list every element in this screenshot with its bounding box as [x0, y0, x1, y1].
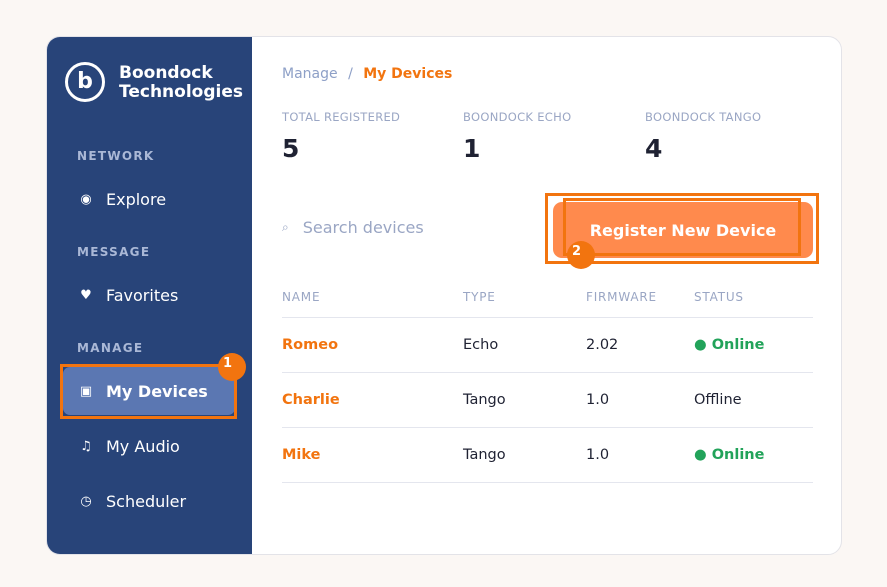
stat-tango-label: BOONDOCK TANGO: [645, 110, 762, 124]
status-badge: Offline: [694, 392, 742, 408]
sidebar-item-label: Scheduler: [106, 492, 187, 511]
column-header-firmware[interactable]: FIRMWARE: [586, 290, 657, 304]
sidebar-item-my-audio[interactable]: ♫ My Audio: [77, 437, 180, 456]
column-header-status[interactable]: STATUS: [694, 290, 744, 304]
radio-icon: ◉: [80, 192, 92, 207]
sidebar: b Boondock Technologies NETWORK ◉ Explor…: [47, 37, 252, 554]
breadcrumb: Manage / My Devices: [282, 66, 452, 82]
brand-name: Boondock Technologies: [119, 64, 243, 102]
section-network: NETWORK: [77, 149, 155, 163]
table-divider: [282, 482, 813, 483]
stat-echo-label: BOONDOCK ECHO: [463, 110, 572, 124]
search-input[interactable]: ⌕ Search devices: [282, 218, 424, 237]
breadcrumb-separator: /: [348, 66, 353, 82]
column-header-name[interactable]: NAME: [282, 290, 320, 304]
brand-line-1: Boondock: [119, 63, 213, 83]
breadcrumb-parent[interactable]: Manage: [282, 66, 338, 82]
device-type: Tango: [463, 392, 506, 408]
step-marker-1: 1: [218, 353, 246, 381]
brand-line-2: Technologies: [119, 82, 243, 102]
sidebar-item-favorites[interactable]: ♥ Favorites: [77, 286, 178, 305]
table-divider: [282, 317, 813, 318]
device-type: Echo: [463, 337, 499, 353]
music-note-icon: ♫: [80, 439, 92, 454]
table-divider: [282, 372, 813, 373]
section-message: MESSAGE: [77, 245, 151, 259]
highlight-box-1: [60, 364, 237, 419]
stat-total-value: 5: [282, 134, 300, 163]
stat-tango-value: 4: [645, 134, 663, 163]
highlight-box-2-inner: [563, 198, 801, 256]
status-badge: ● Online: [694, 447, 765, 463]
section-manage: MANAGE: [77, 341, 144, 355]
step-marker-2: 2: [567, 241, 595, 269]
sidebar-item-scheduler[interactable]: ◷ Scheduler: [77, 492, 186, 511]
column-header-type[interactable]: TYPE: [463, 290, 496, 304]
sidebar-item-label: Explore: [106, 190, 167, 209]
logo-icon: b: [65, 62, 105, 102]
sidebar-item-label: My Audio: [106, 437, 180, 456]
status-badge: ● Online: [694, 337, 765, 353]
sidebar-item-label: Favorites: [106, 286, 179, 305]
breadcrumb-current: My Devices: [363, 66, 453, 82]
clock-icon: ◷: [80, 494, 92, 509]
table-divider: [282, 427, 813, 428]
stat-total-label: TOTAL REGISTERED: [282, 110, 401, 124]
heart-icon: ♥: [80, 288, 92, 303]
sidebar-item-explore[interactable]: ◉ Explore: [77, 190, 166, 209]
search-placeholder: Search devices: [302, 218, 424, 237]
device-name[interactable]: Romeo: [282, 337, 338, 353]
app-window: b Boondock Technologies NETWORK ◉ Explor…: [46, 36, 842, 555]
device-name[interactable]: Mike: [282, 447, 321, 463]
device-firmware: 1.0: [586, 447, 610, 463]
device-firmware: 1.0: [586, 392, 610, 408]
device-type: Tango: [463, 447, 506, 463]
stat-echo-value: 1: [463, 134, 481, 163]
search-icon: ⌕: [282, 220, 289, 234]
device-firmware: 2.02: [586, 337, 619, 353]
device-name[interactable]: Charlie: [282, 392, 340, 408]
